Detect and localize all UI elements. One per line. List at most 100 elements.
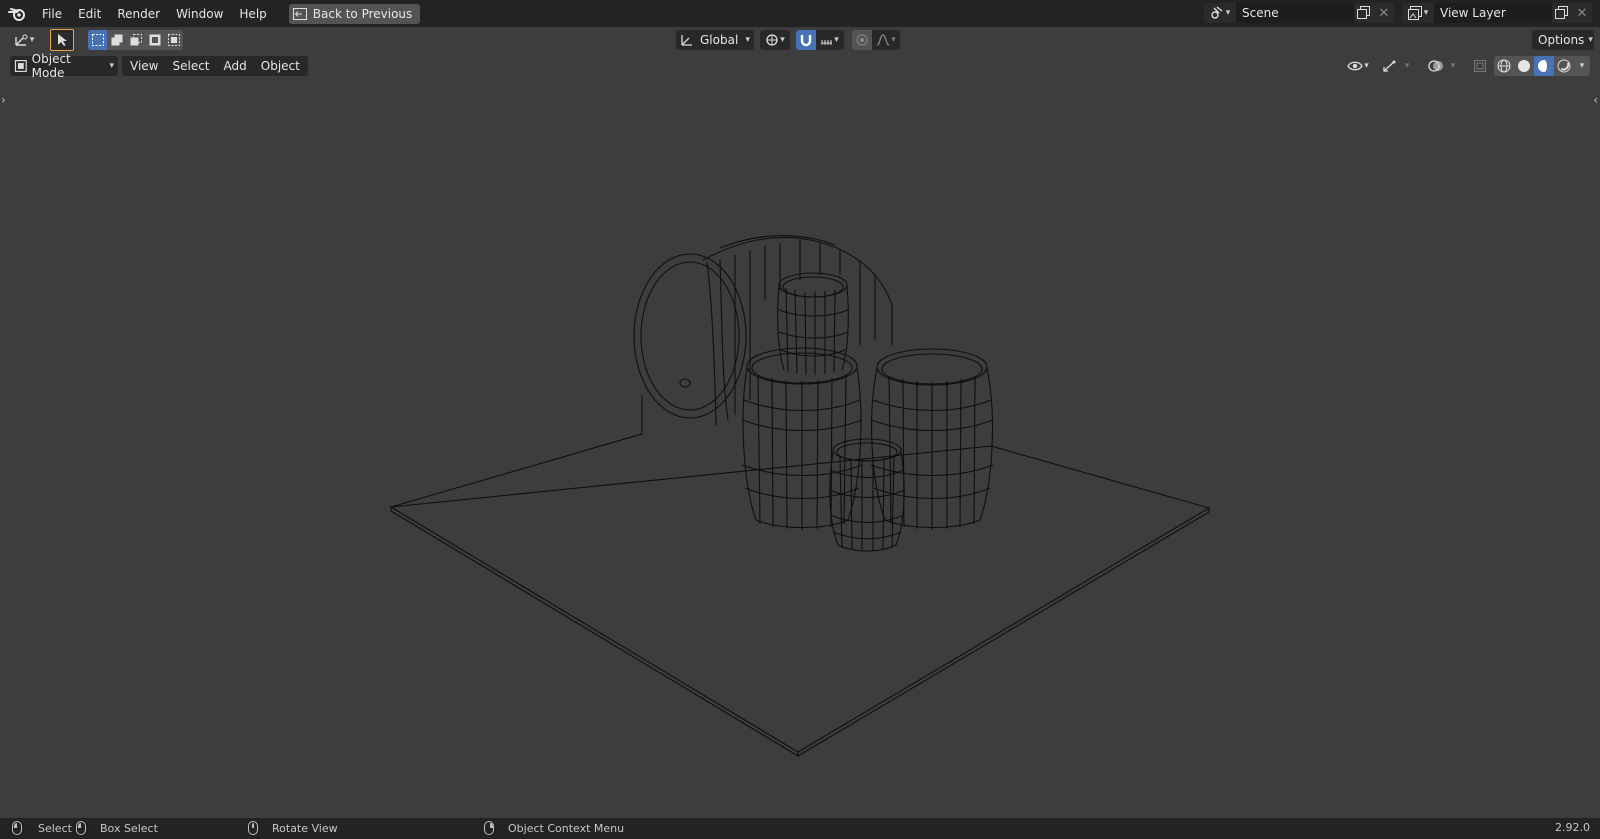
options-dropdown[interactable]: Options ▾: [1532, 30, 1594, 50]
xray-toggle-button[interactable]: [1470, 56, 1490, 76]
pivot-icon: [766, 34, 778, 46]
overlay-icon: [1428, 60, 1443, 72]
select-set-icon: [91, 34, 104, 46]
view-layer-selector[interactable]: ▾ View Layer ✕: [1402, 3, 1592, 23]
chevron-down-icon: ▾: [1225, 8, 1231, 18]
transform-orientation-dropdown[interactable]: Global ▾: [676, 30, 754, 50]
mouse-right-icon: [484, 821, 494, 835]
small-top-barrel-mesh: [777, 272, 849, 376]
mouse-drag-left-icon: [76, 821, 86, 835]
scene-selector[interactable]: ▾ Scene ✕: [1204, 3, 1394, 23]
chevron-down-icon: ▾: [1364, 61, 1369, 71]
proportional-editing-button[interactable]: [852, 30, 872, 50]
status-context-menu: Object Context Menu: [484, 821, 624, 835]
proportional-editing-group: ▾: [852, 30, 900, 50]
chevron-down-icon: ▾: [1579, 61, 1585, 71]
menu-window[interactable]: Window: [168, 3, 231, 25]
select-extend-button[interactable]: [107, 30, 126, 50]
menu-file[interactable]: File: [34, 3, 70, 25]
scene-icon: [1211, 6, 1223, 19]
solid-shading-button[interactable]: [1514, 56, 1534, 76]
material-sphere-icon: [1538, 60, 1550, 72]
version-label: 2.92.0: [1555, 821, 1590, 834]
3d-viewport-icon: [15, 34, 28, 46]
new-view-layer-button[interactable]: [1552, 3, 1572, 23]
xray-icon: [1474, 60, 1486, 72]
transform-orientation-value: Global: [700, 33, 739, 47]
sidebar-expand-icon[interactable]: ‹: [1593, 93, 1598, 107]
snap-target-dropdown[interactable]: ▾: [816, 30, 844, 50]
blender-logo-icon[interactable]: [6, 3, 28, 25]
snap-increment-icon: [821, 40, 833, 45]
menu-view[interactable]: View: [123, 56, 165, 76]
mode-value: Object Mode: [31, 52, 71, 80]
close-icon: ✕: [1378, 5, 1390, 21]
select-invert-button[interactable]: [145, 30, 164, 50]
toolbar-expand-icon[interactable]: ›: [1, 93, 6, 107]
chevron-down-icon: ▾: [109, 61, 114, 71]
overlays-toggle-button[interactable]: [1426, 56, 1446, 76]
status-select-label: Select: [38, 821, 72, 835]
new-scene-button[interactable]: [1354, 3, 1374, 23]
menu-add[interactable]: Add: [217, 56, 254, 76]
select-difference-icon: [149, 34, 160, 46]
status-bar: Select Box Select Rotate View Object Con…: [0, 818, 1600, 839]
status-rotate-view: Rotate View: [248, 821, 338, 835]
overlays-dropdown[interactable]: ▾: [1446, 56, 1460, 76]
small-front-barrel-mesh: [828, 438, 906, 552]
pivot-point-dropdown[interactable]: ▾: [760, 30, 790, 50]
orientation-global-icon: [681, 35, 692, 46]
visibility-dropdown[interactable]: ▾: [1343, 56, 1373, 76]
back-to-previous-button[interactable]: Back to Previous: [288, 3, 421, 24]
menu-help[interactable]: Help: [231, 3, 274, 25]
magnet-icon: [800, 35, 812, 47]
solid-sphere-icon: [1518, 60, 1530, 72]
select-subtract-icon: [130, 34, 142, 46]
rendered-sphere-icon: [1557, 59, 1571, 73]
select-new-button[interactable]: [88, 30, 107, 50]
menu-render[interactable]: Render: [109, 3, 168, 25]
3d-viewport[interactable]: › ‹: [0, 79, 1600, 818]
chevron-down-icon: ▾: [780, 35, 785, 45]
status-rotate-view-label: Rotate View: [272, 821, 338, 835]
menu-edit[interactable]: Edit: [70, 3, 109, 25]
shading-dropdown[interactable]: ▾: [1574, 56, 1590, 76]
wireframe-shading-button[interactable]: [1494, 56, 1514, 76]
viewport-menus: View Select Add Object: [122, 56, 308, 76]
falloff-dropdown[interactable]: ▾: [872, 30, 900, 50]
material-preview-button[interactable]: [1534, 56, 1554, 76]
select-tool-button[interactable]: [50, 29, 74, 51]
rendered-shading-button[interactable]: [1554, 56, 1574, 76]
gizmo-icon: [1383, 60, 1396, 72]
options-label: Options: [1538, 33, 1585, 47]
menu-select[interactable]: Select: [165, 56, 216, 76]
chevron-down-icon: ▾: [1404, 61, 1410, 71]
copy-icon: [1555, 6, 1568, 19]
delete-view-layer-button[interactable]: ✕: [1572, 3, 1592, 23]
wireframe-sphere-icon: [1497, 59, 1511, 73]
snap-toggle-button[interactable]: [796, 30, 816, 50]
gizmo-toggle-button[interactable]: [1380, 56, 1400, 76]
chevron-down-icon: ▾: [29, 35, 35, 45]
status-box-select-label: Box Select: [100, 821, 158, 835]
view-layer-name-field[interactable]: View Layer: [1434, 3, 1552, 23]
mouse-middle-icon: [248, 821, 258, 835]
mode-dropdown[interactable]: Object Mode ▾: [10, 52, 118, 80]
object-mode-icon: [14, 60, 27, 72]
select-intersect-button[interactable]: [164, 30, 183, 50]
menu-object[interactable]: Object: [254, 56, 307, 76]
view-layer-browse-button[interactable]: ▾: [1402, 3, 1434, 23]
middle-barrel-mesh: [741, 347, 863, 530]
editor-type-button[interactable]: ▾: [8, 30, 40, 50]
selection-mode-group: [88, 30, 183, 50]
scene-name-field[interactable]: Scene: [1236, 3, 1354, 23]
select-extend-icon: [111, 34, 122, 46]
scene-browse-button[interactable]: ▾: [1204, 3, 1236, 23]
chevron-down-icon: ▾: [1450, 61, 1456, 71]
status-select: Select: [12, 821, 72, 835]
chevron-down-icon: ▾: [1588, 35, 1593, 45]
delete-scene-button[interactable]: ✕: [1374, 3, 1394, 23]
chevron-down-icon: ▾: [891, 35, 896, 45]
select-subtract-button[interactable]: [126, 30, 145, 50]
gizmo-dropdown[interactable]: ▾: [1400, 56, 1414, 76]
